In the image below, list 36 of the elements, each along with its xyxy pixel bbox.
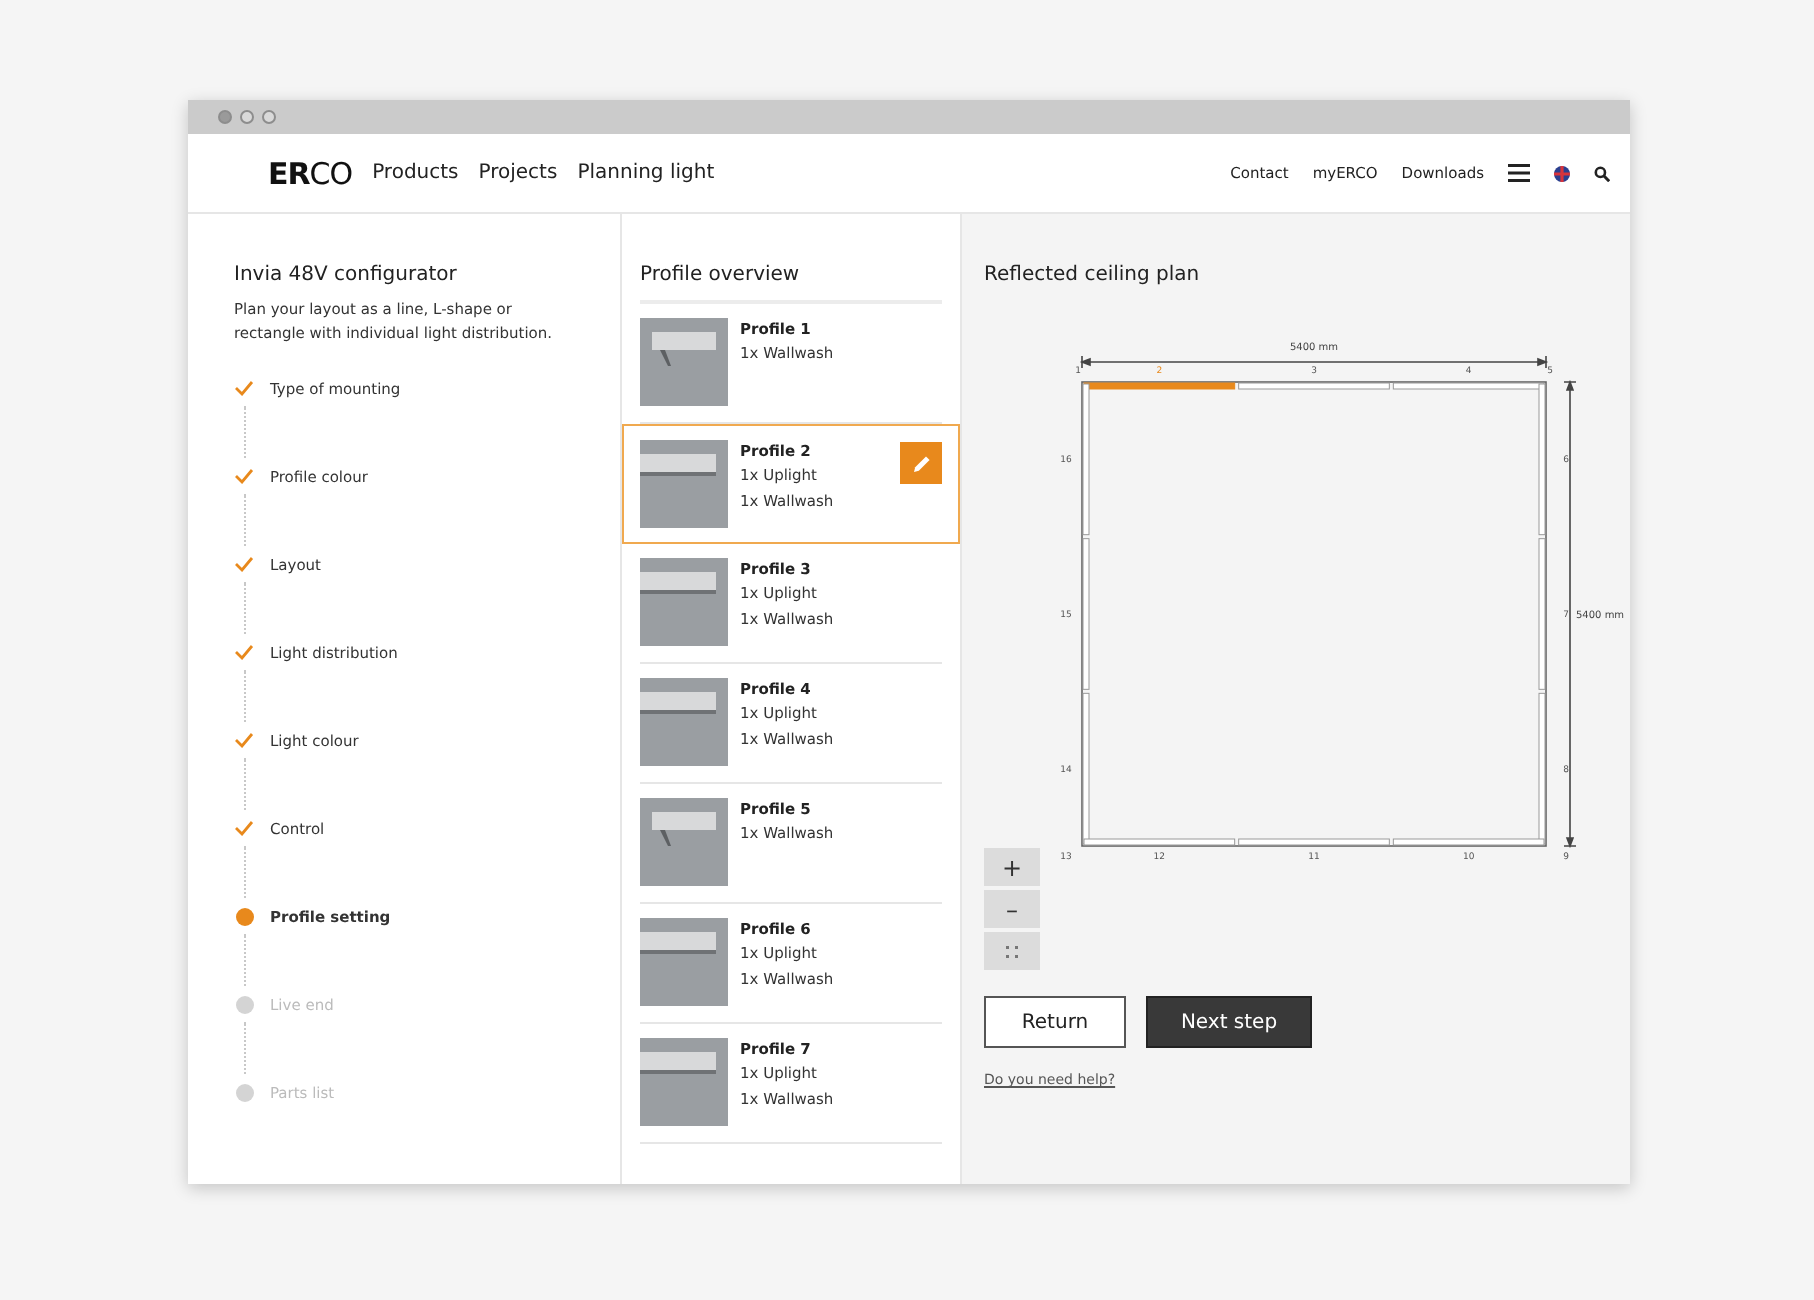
flag-icon[interactable] bbox=[1554, 165, 1570, 181]
section-title: Profile overview bbox=[640, 262, 802, 290]
profile-segment[interactable] bbox=[1238, 838, 1390, 846]
profile-thumbnail bbox=[640, 798, 728, 886]
edit-button[interactable] bbox=[900, 442, 942, 484]
section-title: Reflected ceiling plan bbox=[984, 262, 1202, 290]
profile-segment[interactable] bbox=[1082, 383, 1090, 536]
profile-thumbnail bbox=[640, 1038, 728, 1126]
configurator-title: Invia 48V configurator bbox=[234, 262, 459, 290]
profile-thumbnail bbox=[640, 318, 728, 406]
profile-segment[interactable] bbox=[1392, 838, 1545, 846]
profile-segment[interactable] bbox=[1238, 382, 1390, 390]
profile-thumbnail bbox=[640, 678, 728, 766]
profile-segment[interactable] bbox=[1538, 538, 1546, 690]
profile-segment[interactable] bbox=[1083, 838, 1236, 846]
zoom-button[interactable]: + bbox=[984, 848, 1040, 886]
profile-segment[interactable] bbox=[1538, 692, 1546, 845]
nav-link[interactable]: Planning light bbox=[577, 162, 715, 184]
profile-segment[interactable] bbox=[1082, 692, 1090, 845]
return-button[interactable]: Return bbox=[984, 996, 1126, 1048]
profile-segment[interactable] bbox=[1083, 382, 1236, 390]
profile-thumbnail bbox=[640, 558, 728, 646]
profile-thumbnail bbox=[640, 918, 728, 1006]
logo[interactable]: ERCO bbox=[268, 155, 353, 191]
next-step-button[interactable]: Next step bbox=[1146, 996, 1312, 1048]
nav-link[interactable]: Projects bbox=[478, 162, 558, 184]
menu-icon[interactable] bbox=[1508, 164, 1530, 182]
fit-view-icon bbox=[1006, 945, 1018, 957]
nav-link[interactable]: Products bbox=[372, 162, 459, 184]
search-icon[interactable] bbox=[1594, 165, 1610, 181]
pencil-icon bbox=[911, 453, 931, 473]
profile-segment[interactable] bbox=[1392, 382, 1545, 390]
profile-thumbnail bbox=[640, 440, 728, 528]
profile-segment[interactable] bbox=[1538, 383, 1546, 536]
profile-segment[interactable] bbox=[1082, 538, 1090, 690]
zoom-button[interactable]: – bbox=[984, 890, 1040, 928]
